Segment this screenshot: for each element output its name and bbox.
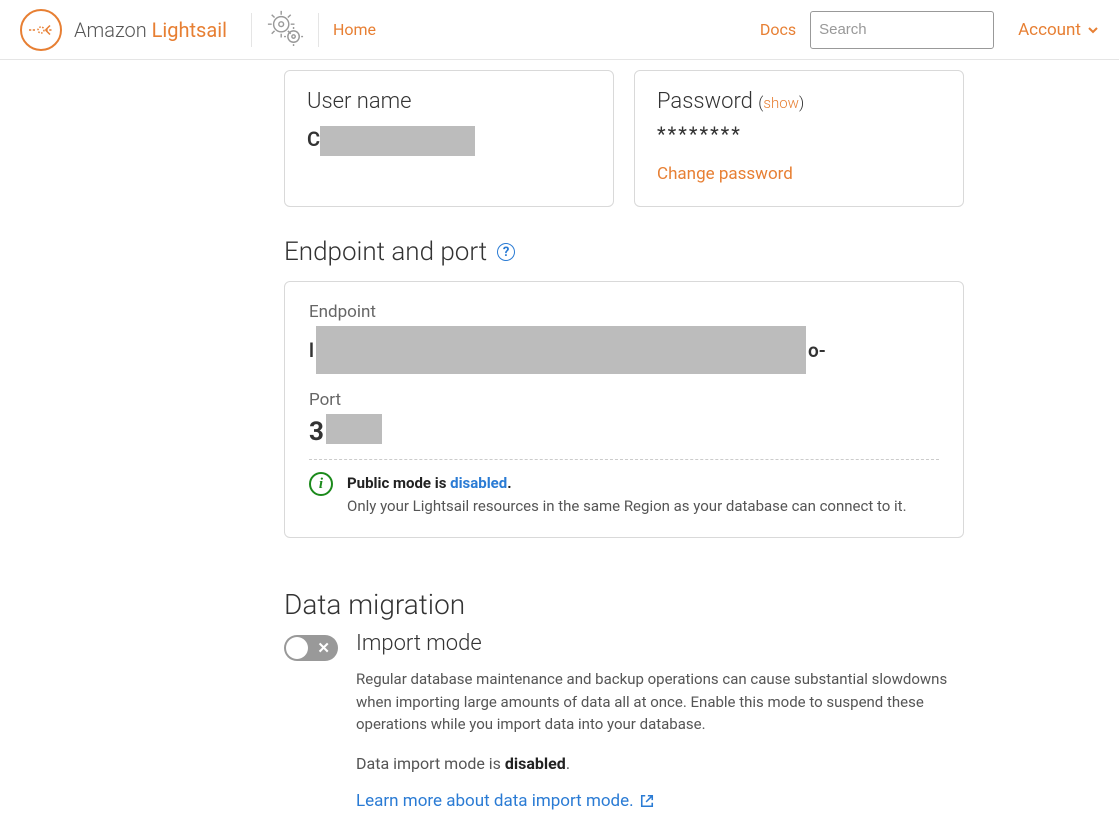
toggle-knob [286,637,308,659]
divider [251,13,252,47]
public-mode-info: i Public mode is disabled. Only your Lig… [309,459,939,517]
import-mode-title: Import mode [356,631,964,656]
username-card: User name C [284,70,614,207]
import-mode-toggle[interactable]: ✕ [284,635,338,661]
lightsail-logo-icon [20,9,62,51]
divider [318,13,319,47]
data-migration-title: Data migration [284,588,964,621]
endpoint-redacted [316,326,806,374]
show-password-link[interactable]: show [763,94,799,112]
account-menu[interactable]: Account [1008,20,1109,40]
change-password-link[interactable]: Change password [657,164,941,184]
brand-logo[interactable]: Amazon Lightsail [10,9,237,51]
password-value: ******** [657,122,941,146]
external-link-icon [640,794,654,808]
import-mode-desc: Regular database maintenance and backup … [356,668,964,736]
username-redacted [320,126,475,156]
endpoint-value: l o- [309,326,939,374]
username-value-partial: C [307,127,320,151]
public-mode-state[interactable]: disabled [450,474,507,492]
endpoint-section-title: Endpoint and port ? [284,237,964,267]
chevron-down-icon [1087,24,1099,36]
top-nav: Amazon Lightsail Home Docs Account [0,0,1119,60]
learn-more-link[interactable]: Learn more about data import mode. [356,791,654,811]
password-card: Password (show) ******** Change password [634,70,964,207]
port-redacted [326,414,382,444]
main-content: User name C Password (show) ******** Cha… [284,60,964,811]
settings-gears-icon[interactable] [266,9,304,51]
search-box[interactable] [810,11,994,49]
import-mode-status: Data import mode is disabled. [356,754,964,773]
help-icon[interactable]: ? [497,243,515,261]
home-link[interactable]: Home [333,20,376,39]
port-value: 3 [309,414,939,447]
username-label: User name [307,89,591,114]
endpoint-label: Endpoint [309,302,939,322]
close-icon: ✕ [317,639,330,657]
search-input[interactable] [819,21,1018,38]
docs-link[interactable]: Docs [760,20,796,39]
brand-text: Amazon Lightsail [74,18,227,42]
account-label: Account [1018,20,1081,40]
password-label: Password (show) [657,89,941,114]
endpoint-card: Endpoint l o- Port 3 i Public mode is di… [284,281,964,538]
public-mode-desc: Only your Lightsail resources in the sam… [347,495,907,518]
info-icon: i [309,472,333,496]
port-label: Port [309,390,939,410]
